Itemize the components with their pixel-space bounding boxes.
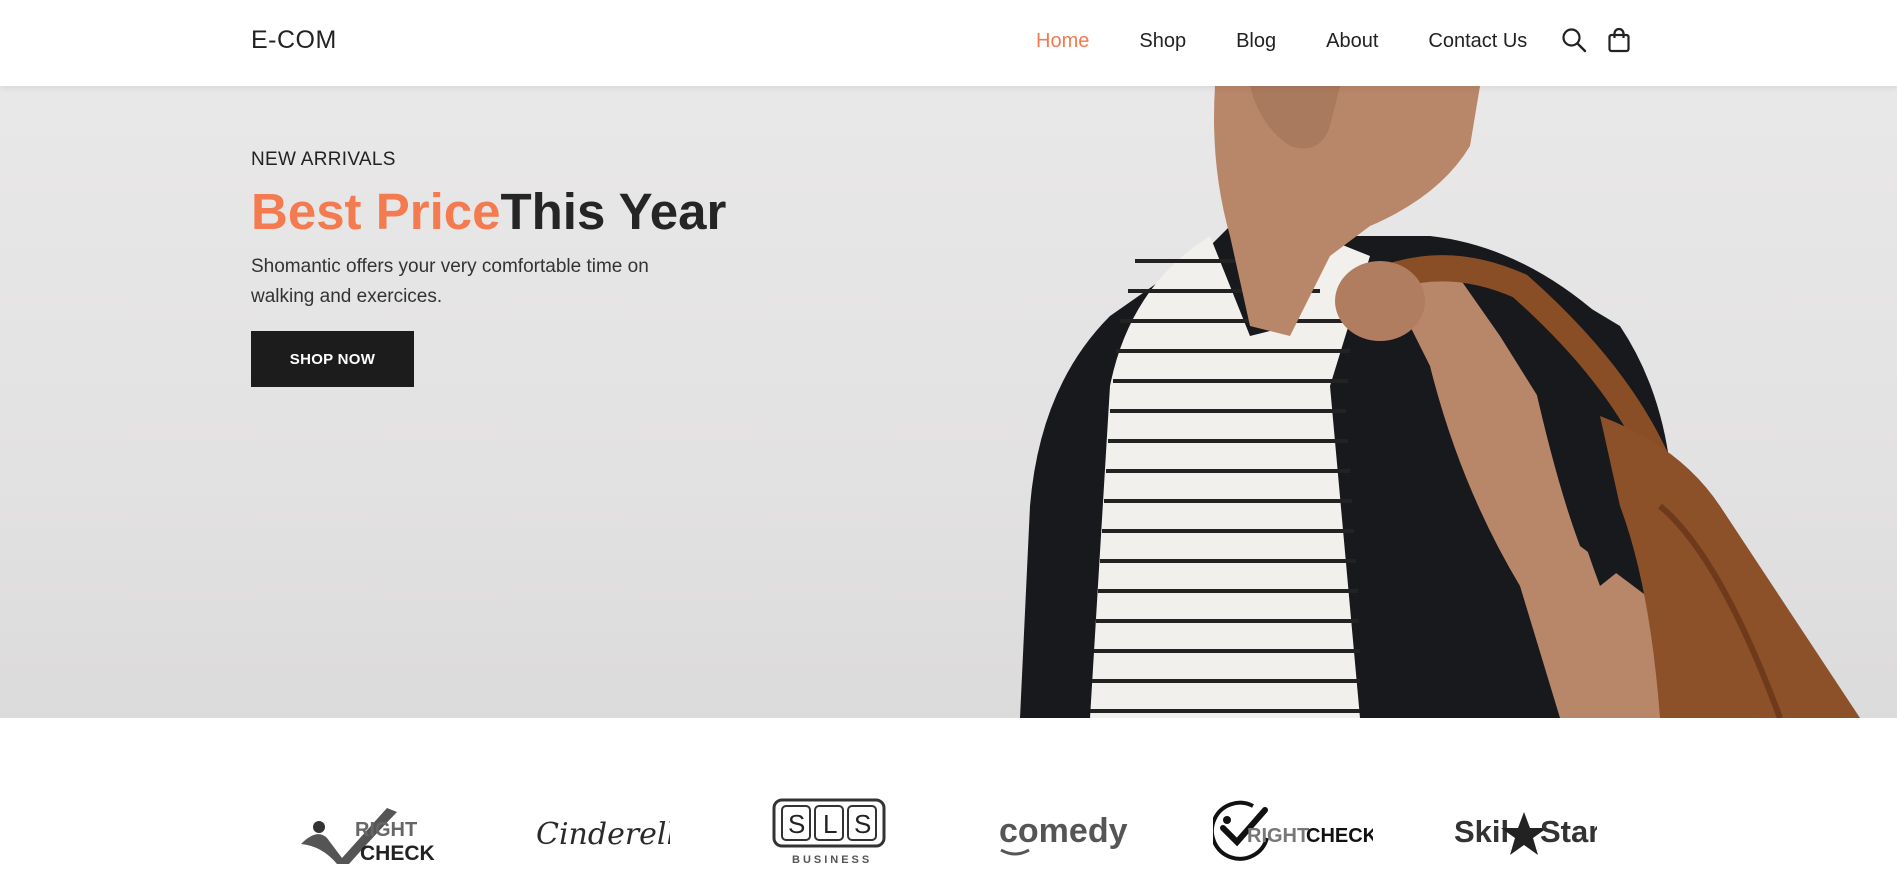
hero-subtext: Shomantic offers your very comfortable t…: [251, 256, 649, 307]
nav-home[interactable]: Home: [1036, 30, 1089, 53]
nav-blog[interactable]: Blog: [1236, 30, 1276, 53]
hero-headline: Best PriceThis Year: [251, 182, 726, 241]
sls-business-logo[interactable]: S L S BUSINESS: [770, 798, 890, 868]
brand-logos-strip: RIGHT CHECK Cinderella S L S BUSINESS co…: [0, 718, 1897, 896]
main-nav: Home Shop Blog About Contact Us: [1036, 30, 1561, 53]
hero-banner: NEW ARRIVALS Best PriceThis Year Shomant…: [0, 86, 1897, 718]
rightcheck-circle-logo[interactable]: RIGHT CHECK: [1213, 798, 1373, 868]
headline-rest: This Year: [500, 183, 727, 240]
nav-about[interactable]: About: [1326, 30, 1378, 53]
svg-text:S: S: [854, 809, 871, 839]
svg-text:RIGHT: RIGHT: [355, 819, 417, 841]
svg-text:CHECK: CHECK: [360, 842, 435, 865]
hero-model-image: [1020, 86, 1860, 718]
site-header: E-COM Home Shop Blog About Contact Us: [0, 0, 1897, 86]
skillstar-logo[interactable]: Skil Star: [1452, 798, 1597, 868]
nav-contact-us[interactable]: Contact Us: [1428, 30, 1527, 53]
svg-text:BUSINESS: BUSINESS: [792, 854, 872, 866]
svg-text:comedy: comedy: [999, 812, 1128, 850]
search-icon[interactable]: [1560, 26, 1588, 54]
right-check-logo[interactable]: RIGHT CHECK: [297, 798, 437, 868]
svg-text:L: L: [823, 809, 837, 839]
svg-text:Skil: Skil: [1454, 814, 1509, 849]
shop-now-button[interactable]: SHOP NOW: [251, 331, 414, 387]
comedy-logo[interactable]: comedy: [995, 798, 1130, 868]
brand-logo[interactable]: E-COM: [251, 26, 337, 55]
svg-text:RIGHT: RIGHT: [1247, 825, 1309, 847]
svg-text:Star: Star: [1540, 814, 1597, 849]
headline-accent: Best Price: [251, 183, 501, 240]
hero-eyebrow: NEW ARRIVALS: [251, 149, 396, 170]
cinderella-logo[interactable]: Cinderella: [530, 798, 670, 868]
svg-text:Cinderella: Cinderella: [536, 817, 670, 852]
nav-shop[interactable]: Shop: [1139, 30, 1186, 53]
shopping-bag-icon[interactable]: [1605, 26, 1633, 54]
svg-text:S: S: [788, 809, 805, 839]
svg-text:CHECK: CHECK: [1306, 825, 1373, 847]
